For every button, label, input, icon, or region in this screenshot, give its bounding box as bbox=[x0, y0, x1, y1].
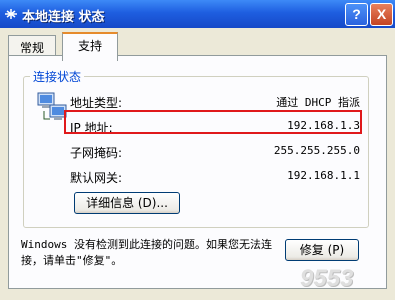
status-message: Windows 没有检测到此连接的问题。如果您无法连接，请单击"修复"。 bbox=[21, 238, 272, 267]
default-gateway-value: 192.168.1.1 bbox=[287, 169, 360, 182]
network-connection-icon bbox=[5, 9, 17, 19]
close-button[interactable]: X bbox=[370, 3, 393, 26]
site-watermark: 9553 bbox=[300, 265, 354, 292]
tab-support[interactable]: 支持 bbox=[62, 32, 118, 61]
group-title: 连接状态 bbox=[30, 68, 85, 85]
window-title: 本地连接 状态 bbox=[22, 10, 105, 25]
repair-button[interactable]: 修复 (P) bbox=[285, 239, 359, 261]
support-tab-panel: 连接状态 地址类型: 通过 DHCP 指派 IP 地址: 192.168.1.3… bbox=[8, 55, 387, 289]
title-bar[interactable]: 本地连接 状态 ? X bbox=[0, 0, 395, 28]
subnet-mask-row: 子网掩码: 255.255.255.0 bbox=[70, 144, 360, 162]
ip-highlight-box bbox=[64, 110, 362, 134]
connection-status-group: 连接状态 地址类型: 通过 DHCP 指派 IP 地址: 192.168.1.3… bbox=[23, 68, 369, 228]
address-type-label: 地址类型: bbox=[70, 96, 123, 110]
subnet-mask-value: 255.255.255.0 bbox=[273, 144, 360, 157]
address-type-value: 通过 DHCP 指派 bbox=[276, 96, 360, 109]
details-button[interactable]: 详细信息 (D)... bbox=[74, 192, 180, 214]
default-gateway-label: 默认网关: bbox=[70, 171, 123, 185]
subnet-mask-label: 子网掩码: bbox=[70, 146, 123, 160]
default-gateway-row: 默认网关: 192.168.1.1 bbox=[70, 169, 360, 187]
help-button[interactable]: ? bbox=[345, 3, 368, 26]
